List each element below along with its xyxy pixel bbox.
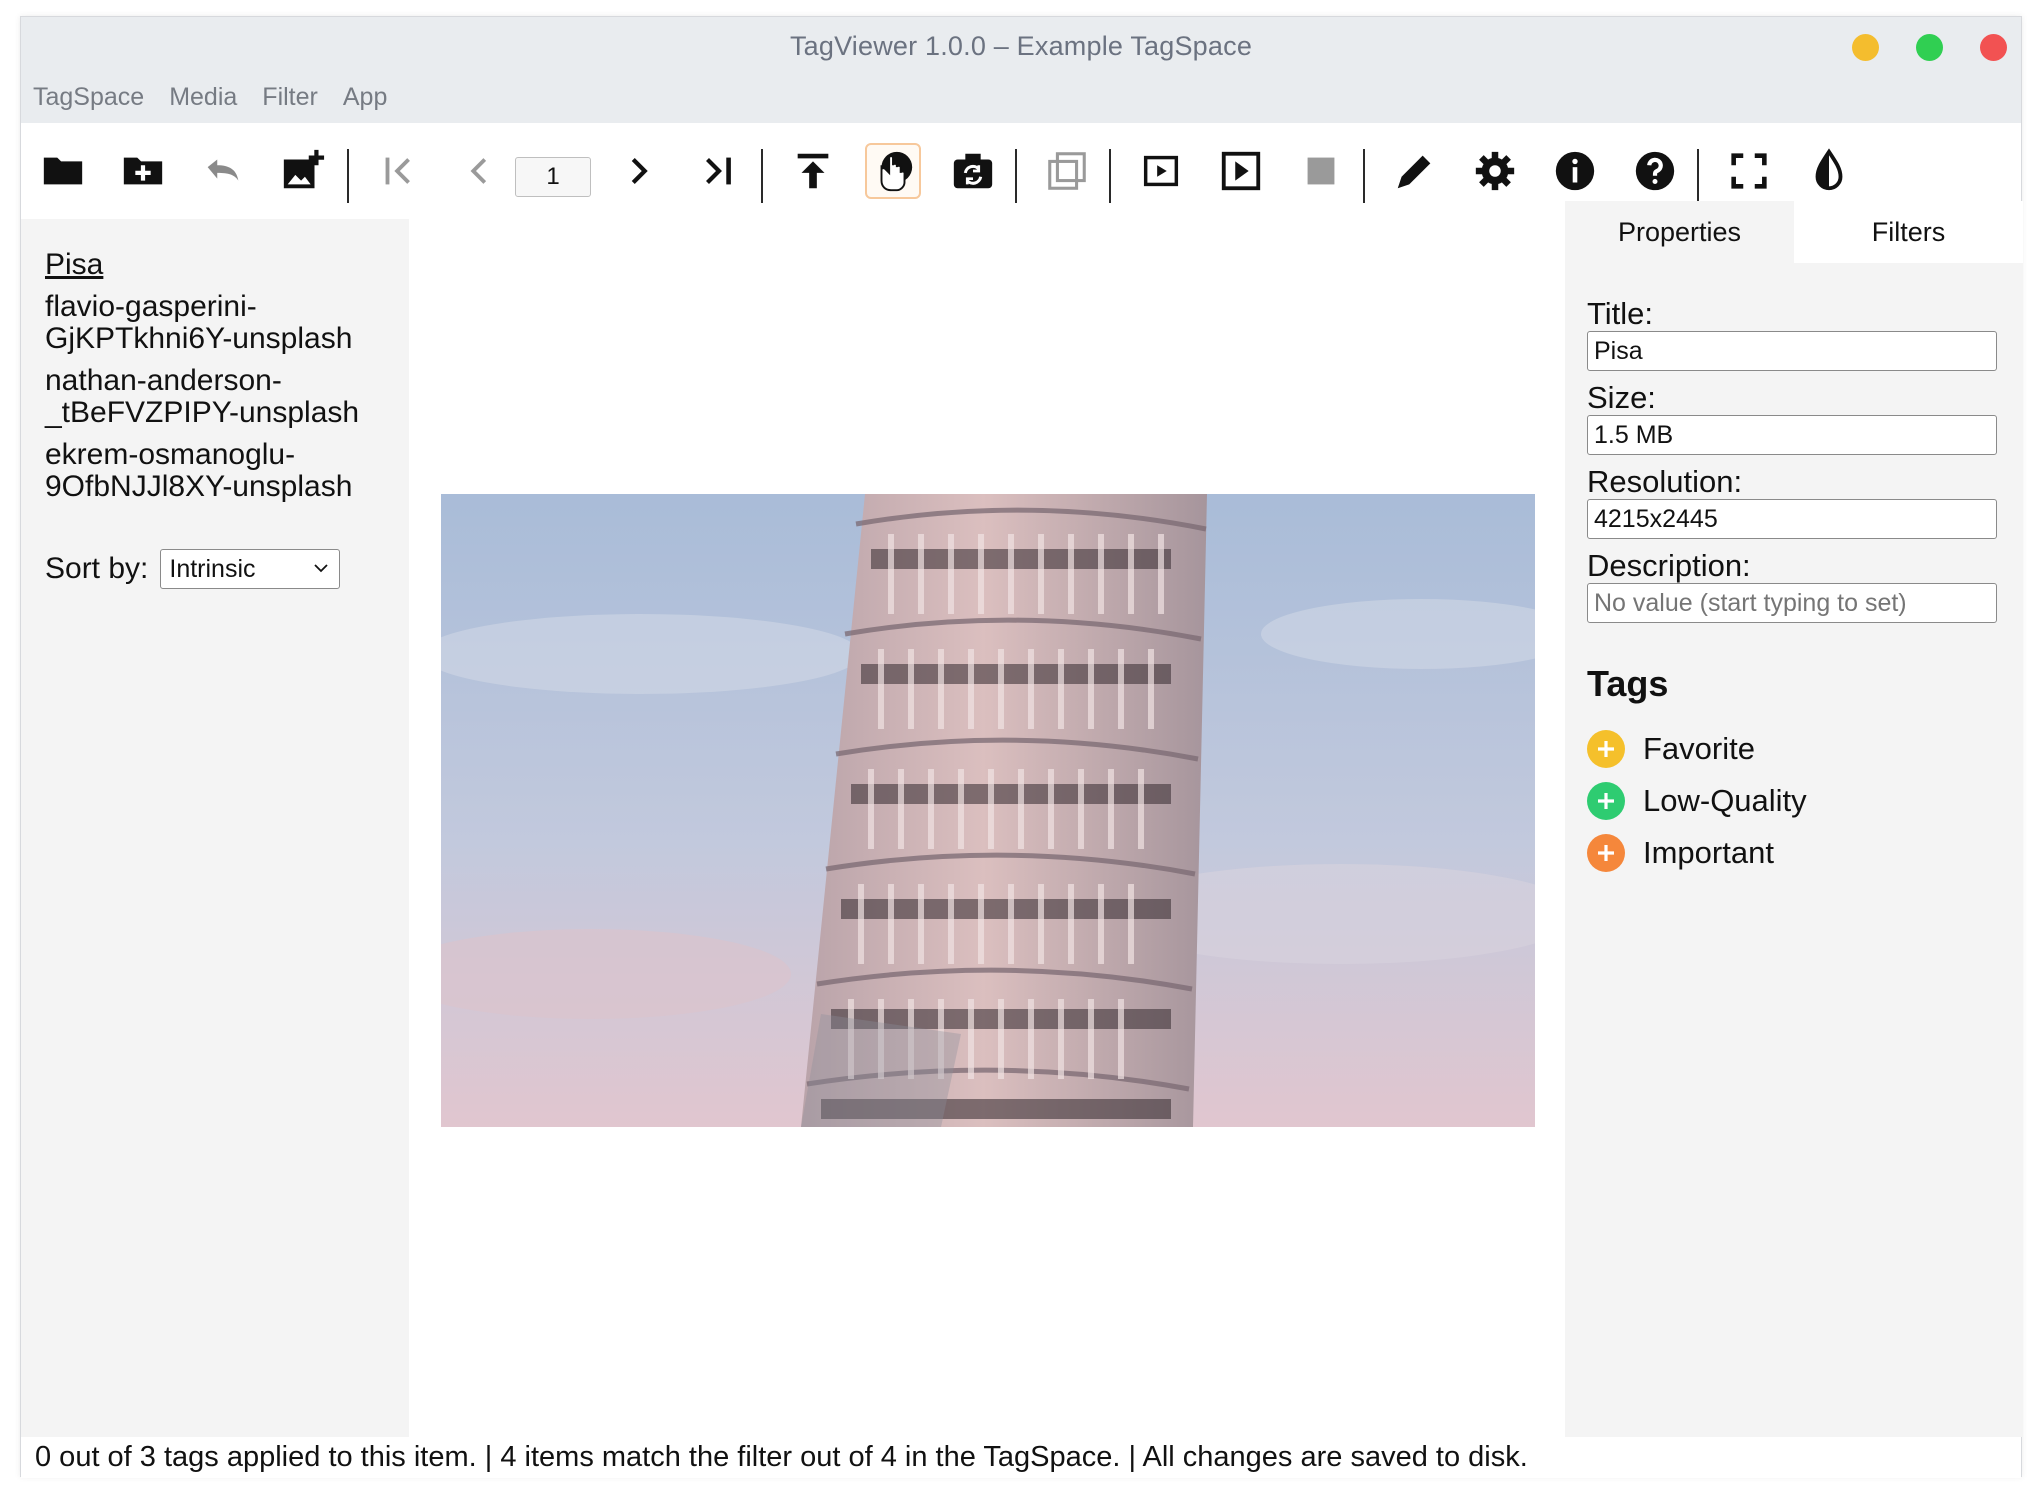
tag-row-favorite[interactable]: Favorite	[1587, 723, 1997, 775]
description-label: Description:	[1587, 548, 1751, 583]
window-title: TagViewer 1.0.0 – Example TagSpace	[789, 31, 1253, 61]
info-button[interactable]	[1547, 143, 1603, 199]
first-page-icon	[385, 157, 410, 185]
contrast-drop-icon	[1815, 148, 1843, 191]
chevron-right-icon	[631, 158, 648, 184]
app-window: TagViewer 1.0.0 – Example TagSpace TagSp…	[20, 16, 2023, 1478]
leaning-tower-photo	[441, 494, 1535, 1127]
sort-select-value: Intrinsic	[169, 555, 256, 583]
copy-button[interactable]	[1039, 143, 1095, 199]
copy-icon	[1048, 152, 1086, 190]
first-page-button[interactable]	[371, 143, 427, 199]
move-to-top-button[interactable]	[785, 143, 841, 199]
add-image-icon	[283, 149, 325, 189]
tags-heading: Tags	[1587, 663, 1669, 704]
file-item-pisa[interactable]: Pisa	[45, 249, 395, 281]
tag-list: Favorite Low-Quality Important	[1587, 723, 1997, 879]
info-icon	[1555, 151, 1595, 191]
title-bar: TagViewer 1.0.0 – Example TagSpace TagSp…	[21, 17, 2021, 123]
resolution-field[interactable]	[1587, 499, 1997, 539]
plus-circle-icon[interactable]	[1587, 782, 1625, 820]
settings-button[interactable]	[1467, 143, 1523, 199]
plus-circle-icon[interactable]	[1587, 730, 1625, 768]
chevron-down-icon	[314, 564, 329, 573]
close-button[interactable]	[1980, 34, 2007, 61]
sort-label: Sort by:	[45, 552, 149, 585]
next-page-button[interactable]	[611, 143, 667, 199]
panel-tabs: Properties Filters	[1565, 201, 2023, 263]
play-button[interactable]	[1133, 143, 1189, 199]
tab-filters[interactable]: Filters	[1794, 201, 2023, 263]
fullscreen-button[interactable]	[1721, 143, 1777, 199]
plus-circle-icon[interactable]	[1587, 834, 1625, 872]
title-field[interactable]	[1587, 331, 1997, 371]
resolution-label: Resolution:	[1587, 464, 1743, 499]
tag-label: Important	[1643, 835, 1774, 870]
stop-button[interactable]	[1293, 143, 1349, 199]
pencil-icon	[1397, 155, 1431, 189]
sort-select[interactable]: Intrinsic	[160, 549, 341, 589]
tag-row-important[interactable]: Important	[1587, 827, 1997, 879]
tag-label: Low-Quality	[1643, 783, 1807, 818]
play-large-icon	[1221, 151, 1261, 191]
vertical-align-top-icon	[797, 153, 829, 189]
play-small-icon	[1143, 155, 1179, 187]
properties-panel: Properties Filters Title: Size: Resoluti…	[1565, 201, 2023, 1437]
chevron-left-icon	[470, 158, 487, 184]
last-page-icon	[706, 157, 731, 185]
help-button[interactable]	[1627, 143, 1683, 199]
add-image-button[interactable]	[275, 143, 331, 199]
previous-page-button[interactable]	[451, 143, 507, 199]
sort-row: Sort by: Intrinsic	[45, 549, 341, 589]
toolbar-separator	[761, 149, 763, 203]
undo-button[interactable]	[195, 143, 251, 199]
maximize-button[interactable]	[1916, 34, 1943, 61]
slideshow-button[interactable]	[1213, 143, 1269, 199]
file-list: Pisa flavio-gasperini-GjKPTkhni6Y-unspla…	[45, 249, 395, 513]
tag-label: Favorite	[1643, 731, 1755, 766]
refresh-button[interactable]	[945, 143, 1001, 199]
hand-pointer-icon	[880, 151, 913, 192]
file-list-panel: Pisa flavio-gasperini-GjKPTkhni6Y-unspla…	[21, 219, 409, 1437]
open-folder-button[interactable]	[35, 143, 91, 199]
stop-icon	[1307, 157, 1335, 185]
title-label: Title:	[1587, 296, 1654, 331]
toolbar-separator	[1363, 149, 1365, 203]
page-number-input[interactable]	[515, 157, 591, 197]
pan-tool-button[interactable]	[865, 143, 921, 199]
tab-properties[interactable]: Properties	[1565, 201, 1794, 263]
file-item[interactable]: ekrem-osmanoglu-9OfbNJJl8XY-unsplash	[45, 439, 395, 503]
file-item[interactable]: flavio-gasperini-GjKPTkhni6Y-unsplash	[45, 291, 395, 355]
gear-icon	[1475, 151, 1515, 191]
tag-row-low-quality[interactable]: Low-Quality	[1587, 775, 1997, 827]
camera-rotate-icon	[953, 153, 993, 189]
edit-button[interactable]	[1387, 143, 1443, 199]
size-field[interactable]	[1587, 415, 1997, 455]
menu-app[interactable]: App	[343, 83, 387, 112]
status-bar: 0 out of 3 tags applied to this item. | …	[21, 1437, 2021, 1478]
toolbar-separator	[1109, 149, 1111, 203]
menu-media[interactable]: Media	[169, 83, 237, 112]
menu-filter[interactable]: Filter	[262, 83, 318, 112]
minimize-button[interactable]	[1852, 34, 1879, 61]
toolbar-separator	[1015, 149, 1017, 203]
last-page-button[interactable]	[691, 143, 747, 199]
size-label: Size:	[1587, 380, 1656, 415]
toolbar-separator	[1697, 149, 1699, 203]
folder-plus-icon	[123, 157, 163, 185]
folder-icon	[43, 157, 83, 185]
menu-bar: TagSpace Media Filter App	[33, 83, 387, 112]
fullscreen-icon	[1731, 153, 1767, 189]
description-field[interactable]	[1587, 583, 1997, 623]
contrast-button[interactable]	[1801, 143, 1857, 199]
undo-icon	[207, 159, 239, 181]
properties-form: Title: Size: Resolution: Description: Ta…	[1587, 293, 1997, 879]
help-icon	[1635, 151, 1675, 191]
new-folder-button[interactable]	[115, 143, 171, 199]
menu-tagspace[interactable]: TagSpace	[33, 83, 144, 112]
toolbar-separator	[347, 149, 349, 203]
file-item[interactable]: nathan-anderson-_tBeFVZPIPY-unsplash	[45, 365, 395, 429]
